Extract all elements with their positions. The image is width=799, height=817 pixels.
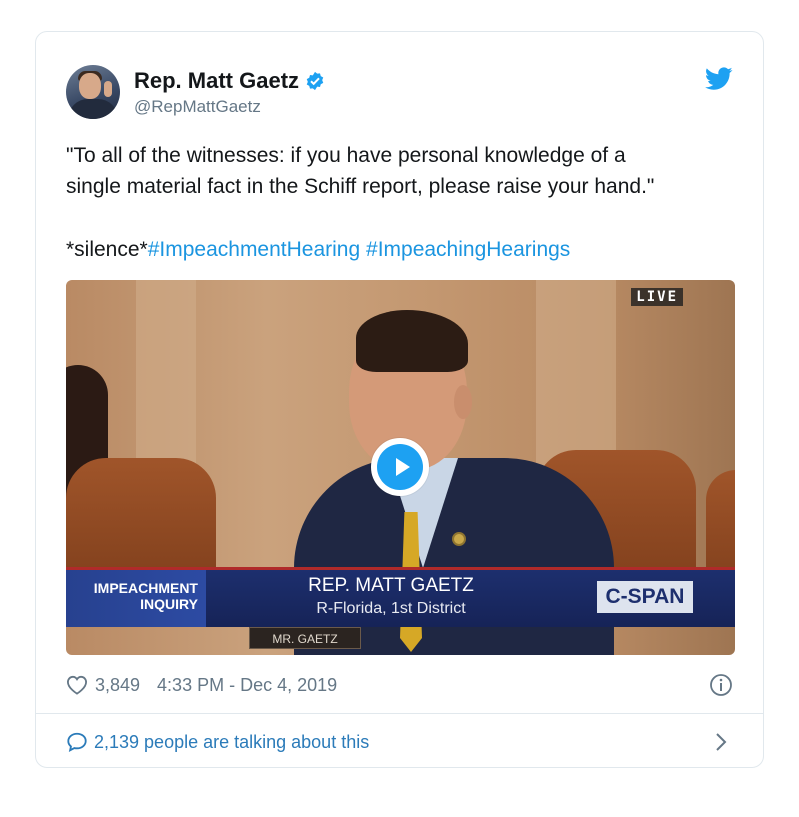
author-name[interactable]: Rep. Matt Gaetz [134,68,299,94]
chyron-tag: IMPEACHMENT INQUIRY [66,570,206,627]
avatar[interactable] [66,65,120,119]
info-icon[interactable] [709,673,733,697]
verified-badge-icon [306,71,324,91]
tweet-prefix: *silence* [66,238,148,261]
chyron-title: REP. MATT GAETZ [308,575,474,596]
twitter-bird-icon[interactable] [705,67,733,91]
tweet-text: "To all of the witnesses: if you have pe… [66,140,736,202]
chyron-tag-line-1: IMPEACHMENT [93,580,198,596]
like-count[interactable]: 3,849 [95,675,140,696]
hashtag-link-2[interactable]: #ImpeachingHearings [366,238,570,261]
tweet-text-line-1: "To all of the witnesses: if you have pe… [66,144,626,167]
play-icon [377,444,423,490]
nameplate: MR. GAETZ [249,627,361,649]
tweet-card[interactable]: Rep. Matt Gaetz @RepMattGaetz "To all of… [35,31,764,768]
play-button[interactable] [371,438,429,496]
tweet-text-line-2: single material fact in the Schiff repor… [66,175,655,198]
chyron-tag-line-2: INQUIRY [140,596,198,612]
video-player[interactable]: LIVE IMPEACHMENT INQUIRY REP. MATT GAETZ… [66,280,735,655]
network-logo: C-SPAN [597,581,693,613]
author-handle[interactable]: @RepMattGaetz [134,97,261,117]
conversation-link[interactable]: 2,139 people are talking about this [66,728,733,756]
heart-icon[interactable] [66,675,88,695]
chyron-subtitle: R-Florida, 1st District [316,600,466,617]
tweet-header: Rep. Matt Gaetz @RepMattGaetz [66,65,733,120]
chevron-right-icon[interactable] [715,732,727,752]
reply-bubble-icon [67,732,87,752]
tweet-meta: 3,849 4:33 PM - Dec 4, 2019 [66,672,733,698]
talking-count[interactable]: 2,139 people are talking about this [94,732,369,753]
tweet-timestamp[interactable]: 4:33 PM - Dec 4, 2019 [157,675,337,696]
divider [36,713,763,714]
tweet-hashtag-line: *silence*#ImpeachmentHearing #Impeaching… [66,234,570,265]
author-row[interactable]: Rep. Matt Gaetz [134,68,325,94]
news-chyron: IMPEACHMENT INQUIRY REP. MATT GAETZ R-Fl… [66,567,735,627]
live-badge: LIVE [631,288,683,306]
hashtag-link-1[interactable]: #ImpeachmentHearing [148,238,360,261]
